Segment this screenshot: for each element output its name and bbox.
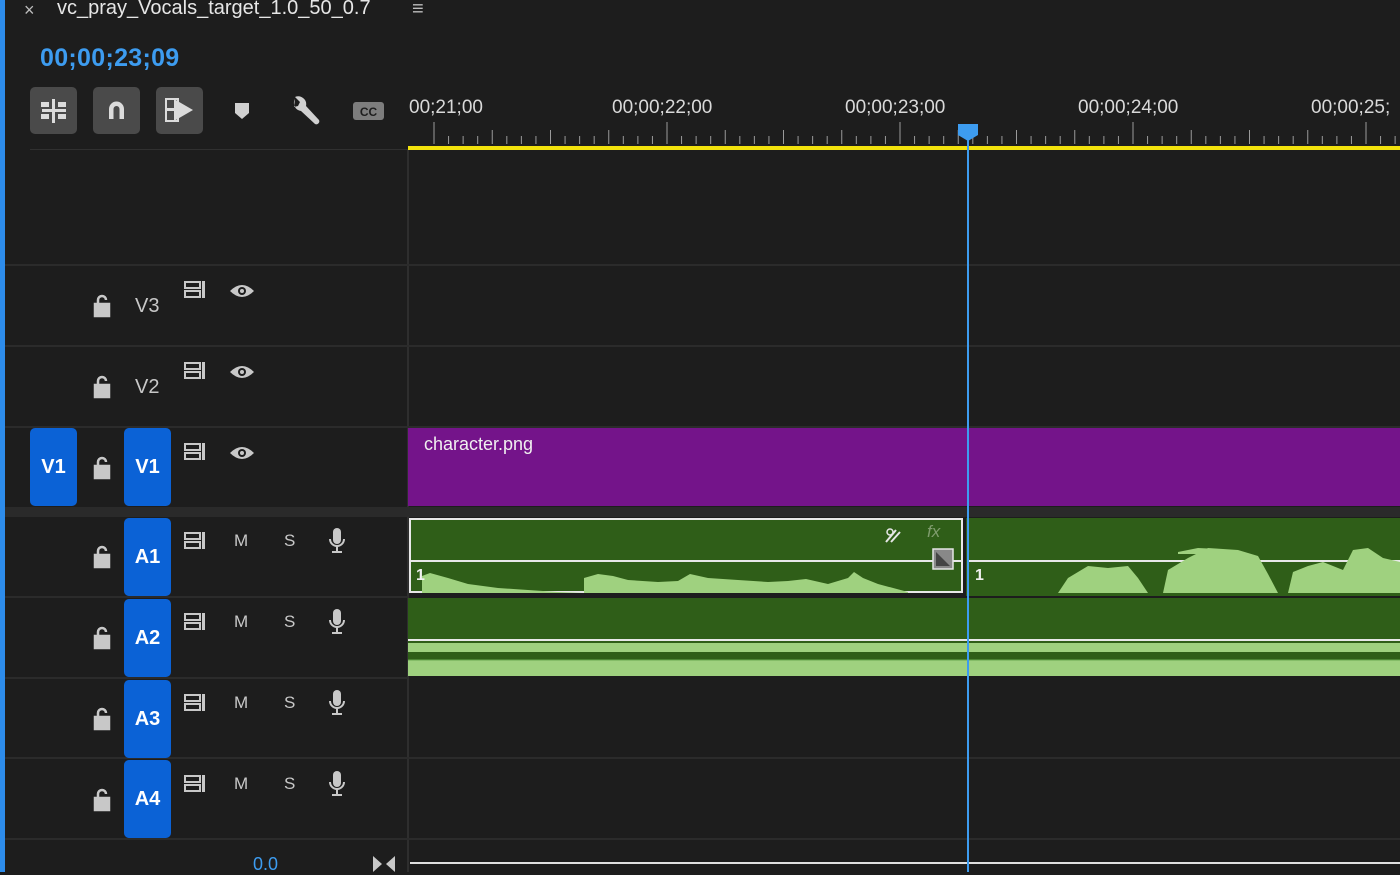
sync-lock-icon[interactable] xyxy=(183,279,209,301)
channel-number: 1 xyxy=(416,567,425,584)
snap-button[interactable] xyxy=(93,87,140,134)
work-area-bar[interactable] xyxy=(408,146,1400,150)
sync-lock-icon[interactable] xyxy=(183,611,209,633)
lock-icon[interactable] xyxy=(90,543,114,569)
eye-icon[interactable] xyxy=(228,281,256,301)
track-separator xyxy=(5,757,408,759)
panel-menu-button[interactable]: ≡ xyxy=(412,0,424,21)
eye-icon[interactable] xyxy=(228,443,256,463)
timeline-row-separator xyxy=(408,757,1400,759)
svg-text:CC: CC xyxy=(360,105,378,119)
ruler-ticks xyxy=(433,122,1396,144)
timeline-row-separator xyxy=(408,838,1400,840)
video-audio-divider xyxy=(5,507,408,517)
mic-icon[interactable] xyxy=(328,770,346,798)
lock-icon[interactable] xyxy=(90,624,114,650)
go-to-end-icon[interactable] xyxy=(370,855,398,872)
track-target-a3[interactable]: A3 xyxy=(124,680,171,758)
track-separator xyxy=(5,264,408,266)
timeline-av-divider xyxy=(408,507,1400,517)
lock-icon[interactable] xyxy=(90,292,114,318)
channel-number: 1 xyxy=(975,567,984,584)
lock-icon[interactable] xyxy=(90,705,114,731)
close-tab-button[interactable]: × xyxy=(24,0,42,22)
transition-handle-icon[interactable] xyxy=(932,548,954,570)
audio-waveforms xyxy=(408,548,1400,676)
mic-icon[interactable] xyxy=(328,689,346,717)
lock-icon[interactable] xyxy=(90,373,114,399)
track-target-a2[interactable]: A2 xyxy=(124,599,171,677)
sequence-tab-title[interactable]: vc_pray_Vocals_target_1.0_50_0.7 xyxy=(57,0,371,20)
add-marker-icon[interactable] xyxy=(232,100,252,122)
video-clip[interactable] xyxy=(408,428,1400,506)
playhead-timecode[interactable]: 00;00;23;09 xyxy=(40,44,180,73)
solo-button[interactable]: S xyxy=(284,774,295,794)
track-target-a4[interactable]: A4 xyxy=(124,760,171,838)
sync-lock-icon[interactable] xyxy=(183,773,209,795)
sync-lock-icon[interactable] xyxy=(183,530,209,552)
source-patch-v1[interactable]: V1 xyxy=(30,428,77,506)
timeline-row-separator xyxy=(408,345,1400,347)
mute-button[interactable]: M xyxy=(234,612,248,632)
mute-button[interactable]: M xyxy=(234,531,248,551)
playhead-handle[interactable] xyxy=(958,124,978,141)
track-separator xyxy=(5,677,408,679)
audio-effect-icon xyxy=(885,528,901,543)
insert-edit-icon xyxy=(41,99,66,123)
mute-button[interactable]: M xyxy=(234,693,248,713)
header-divider xyxy=(30,149,408,150)
panel-focus-edge xyxy=(0,0,5,872)
timeline-row-separator xyxy=(408,264,1400,266)
fx-badge[interactable]: fx xyxy=(927,522,940,542)
master-track-line xyxy=(410,862,1400,864)
captions-icon[interactable]: CC xyxy=(352,100,386,122)
track-separator xyxy=(5,838,408,840)
track-target-a1[interactable]: A1 xyxy=(124,518,171,596)
sync-lock-icon[interactable] xyxy=(183,692,209,714)
sync-lock-icon[interactable] xyxy=(183,360,209,382)
track-target-v1[interactable]: V1 xyxy=(124,428,171,506)
track-separator xyxy=(5,345,408,347)
mute-button[interactable]: M xyxy=(234,774,248,794)
snap-magnet-icon xyxy=(109,101,124,119)
linked-selection-button[interactable] xyxy=(156,87,203,134)
lock-icon[interactable] xyxy=(90,786,114,812)
lock-icon[interactable] xyxy=(90,454,114,480)
playhead-line[interactable] xyxy=(967,136,969,872)
sync-lock-icon[interactable] xyxy=(183,441,209,463)
wrench-icon[interactable] xyxy=(289,95,323,127)
solo-button[interactable]: S xyxy=(284,612,295,632)
mic-icon[interactable] xyxy=(328,608,346,636)
mic-icon[interactable] xyxy=(328,527,346,555)
video-clip-name: character.png xyxy=(424,434,534,454)
track-separator xyxy=(5,596,408,598)
time-ruler[interactable]: 00;21;00 00;00;22;00 00;00;23;00 00;00;2… xyxy=(408,92,1400,150)
track-label-v2[interactable]: V2 xyxy=(135,376,159,399)
track-label-v3[interactable]: V3 xyxy=(135,295,159,318)
insert-overwrite-button[interactable] xyxy=(30,87,77,134)
eye-icon[interactable] xyxy=(228,362,256,382)
linked-selection-icon xyxy=(165,98,193,122)
solo-button[interactable]: S xyxy=(284,531,295,551)
solo-button[interactable]: S xyxy=(284,693,295,713)
